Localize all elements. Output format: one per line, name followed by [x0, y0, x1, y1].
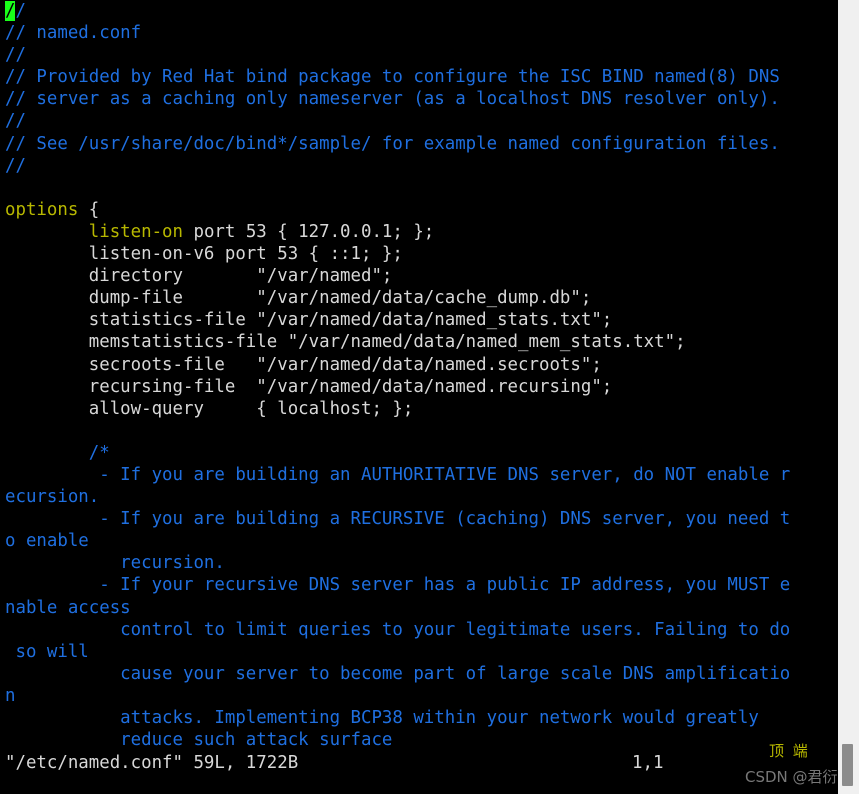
- vim-line-text: - If your recursive DNS server has a pub…: [5, 575, 791, 596]
- vim-line[interactable]: - If you are building a RECURSIVE (cachi…: [0, 508, 838, 530]
- vim-line[interactable]: listen-on port 53 { 127.0.0.1; };: [0, 221, 838, 243]
- vim-line[interactable]: directory "/var/named";: [0, 265, 838, 287]
- vim-line-text: secroots-file "/var/named/data/named.sec…: [5, 354, 602, 375]
- vim-line[interactable]: //: [0, 110, 838, 132]
- vim-line-text: listen-on-v6 port 53 { ::1; };: [5, 244, 403, 265]
- vim-line-text: port 53 { 127.0.0.1; };: [183, 221, 435, 242]
- vim-line-text: attacks. Implementing BCP38 within your …: [5, 708, 759, 728]
- status-file-info: "/etc/named.conf" 59L, 1722B: [5, 753, 299, 773]
- vim-line[interactable]: dump-file "/var/named/data/cache_dump.db…: [0, 287, 838, 309]
- vim-line[interactable]: options {: [0, 199, 838, 221]
- vim-line[interactable]: recursing-file "/var/named/data/named.re…: [0, 376, 838, 398]
- vim-keyword: listen-on: [88, 221, 183, 242]
- vim-line[interactable]: - If your recursive DNS server has a pub…: [0, 574, 838, 596]
- vim-line-text: n: [5, 685, 16, 706]
- csdn-watermark: CSDN @君衍.: [745, 768, 838, 786]
- vim-line[interactable]: recursion.: [0, 552, 838, 574]
- vim-line-text: statistics-file "/var/named/data/named_s…: [5, 310, 613, 331]
- vim-line[interactable]: allow-query { localhost; };: [0, 398, 838, 420]
- vim-line[interactable]: nable access: [0, 597, 838, 619]
- vim-line-text: // server as a caching only nameserver (…: [5, 89, 780, 110]
- vim-line[interactable]: listen-on-v6 port 53 { ::1; };: [0, 243, 838, 265]
- vim-line-text: {: [78, 199, 100, 220]
- vim-line-text: recursion.: [5, 553, 225, 574]
- vim-line[interactable]: // See /usr/share/doc/bind*/sample/ for …: [0, 133, 838, 155]
- vim-line[interactable]: secroots-file "/var/named/data/named.sec…: [0, 354, 838, 376]
- vim-line-text: allow-query { localhost; };: [5, 398, 414, 419]
- vim-line-text: - If you are building an AUTHORITATIVE D…: [5, 464, 791, 485]
- vim-line-text: [5, 421, 15, 441]
- vim-line[interactable]: /*: [0, 442, 838, 464]
- vim-line-text: //: [5, 111, 26, 132]
- vim-text-buffer[interactable]: //// named.conf//// Provided by Red Hat …: [0, 0, 838, 751]
- vim-line-text: /: [15, 1, 26, 21]
- vim-line-text: so will: [5, 641, 89, 662]
- vim-line[interactable]: n: [0, 685, 838, 707]
- vim-line-text: cause your server to become part of larg…: [5, 663, 791, 684]
- vim-status-line: "/etc/named.conf" 59L, 1722B 1,1 顶 端: [0, 742, 838, 776]
- vim-line-text: control to limit queries to your legitim…: [5, 619, 791, 640]
- vim-line-text: dump-file "/var/named/data/cache_dump.db…: [5, 288, 592, 309]
- vim-line[interactable]: //: [0, 155, 838, 177]
- vim-line[interactable]: control to limit queries to your legitim…: [0, 619, 838, 641]
- vim-line[interactable]: //: [0, 0, 838, 22]
- vim-line[interactable]: // named.conf: [0, 22, 838, 44]
- vim-keyword: options: [5, 199, 79, 220]
- vim-line-text: //: [5, 155, 26, 176]
- vim-line[interactable]: ecursion.: [0, 486, 838, 508]
- vim-line[interactable]: - If you are building an AUTHORITATIVE D…: [0, 464, 838, 486]
- vim-line[interactable]: [0, 420, 838, 442]
- vim-line-text: o enable: [5, 531, 89, 552]
- vim-line-text: // Provided by Red Hat bind package to c…: [5, 67, 780, 88]
- vim-line[interactable]: //: [0, 44, 838, 66]
- vim-line-text: - If you are building a RECURSIVE (cachi…: [5, 509, 791, 530]
- status-cursor-position: 1,1: [632, 753, 664, 773]
- vim-line[interactable]: statistics-file "/var/named/data/named_s…: [0, 309, 838, 331]
- vim-line-text: reduce such attack surface: [5, 730, 393, 751]
- vim-line[interactable]: so will: [0, 641, 838, 663]
- vim-line[interactable]: reduce such attack surface: [0, 729, 838, 751]
- vim-line[interactable]: [0, 177, 838, 199]
- vim-line-text: //: [5, 45, 26, 66]
- vim-line[interactable]: // server as a caching only nameserver (…: [0, 88, 838, 110]
- scrollbar-thumb[interactable]: [842, 744, 853, 786]
- vim-line-text: ecursion.: [5, 487, 100, 508]
- vim-line[interactable]: memstatistics-file "/var/named/data/name…: [0, 331, 838, 353]
- vim-line[interactable]: o enable: [0, 530, 838, 552]
- vim-line-text: nable access: [5, 597, 131, 618]
- vim-line[interactable]: attacks. Implementing BCP38 within your …: [0, 707, 838, 729]
- vim-line-text: directory "/var/named";: [5, 266, 393, 287]
- screenshot-root: //// named.conf//// Provided by Red Hat …: [0, 0, 859, 794]
- terminal-window[interactable]: //// named.conf//// Provided by Red Hat …: [0, 0, 838, 794]
- vim-line-text: memstatistics-file "/var/named/data/name…: [5, 332, 686, 353]
- vim-line[interactable]: // Provided by Red Hat bind package to c…: [0, 66, 838, 88]
- vim-line-text: recursing-file "/var/named/data/named.re…: [5, 376, 613, 397]
- status-scroll-indicator: 顶 端: [769, 742, 810, 760]
- vim-line[interactable]: cause your server to become part of larg…: [0, 663, 838, 685]
- vim-line-text: /*: [5, 442, 110, 463]
- vim-line-text: // See /usr/share/doc/bind*/sample/ for …: [5, 133, 780, 154]
- vim-indent: [5, 222, 89, 242]
- text-cursor: /: [5, 1, 16, 21]
- vim-line-text: [5, 178, 15, 198]
- scrollbar-track[interactable]: [838, 0, 859, 794]
- vim-line-text: // named.conf: [5, 23, 142, 44]
